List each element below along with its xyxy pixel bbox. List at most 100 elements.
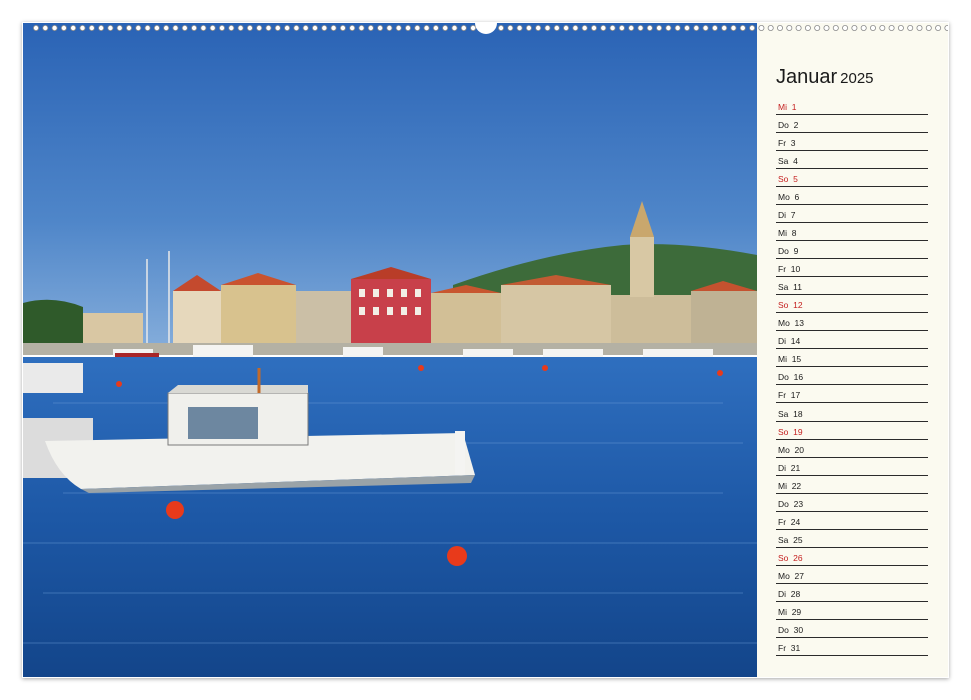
day-label: Mi 1 [778,102,797,112]
binding-hole [860,25,867,31]
day-label: Fr 3 [778,138,796,149]
day-row: Do 30 [776,620,928,638]
binding-hole [228,25,235,31]
day-row: So 12 [776,295,928,314]
day-row: Di 14 [776,331,928,350]
binding-hole [711,25,718,31]
day-label: Do 23 [778,498,804,509]
binding-hole [88,25,95,31]
day-row: Mo 27 [776,566,928,584]
binding-hole [693,25,700,31]
binding-hole [916,25,923,31]
binding-hole [98,25,105,31]
day-label: Mo 6 [778,192,800,203]
day-label: So 26 [778,552,803,563]
binding-hole [879,25,886,31]
binding-hole [116,25,123,31]
binding-hole [144,25,151,31]
day-row: Mo 20 [776,440,928,458]
binding-hole [395,25,402,31]
binding-hole [767,25,774,31]
binding-hole [321,25,328,31]
day-label: Fr 24 [778,516,801,527]
binding-hole [804,25,811,31]
day-row: Fr 3 [776,133,928,152]
binding-hole [935,25,942,31]
binding-hole [200,25,207,31]
day-label: Sa 25 [778,534,803,545]
binding-hole [870,25,877,31]
binding-hole [339,25,346,31]
day-row: Di 7 [776,205,928,224]
binding-hole [925,25,932,31]
binding-hole [284,25,291,31]
binding-hole [665,25,672,31]
binding-hole [842,25,849,31]
binding-hole [814,25,821,31]
day-label: Mo 20 [778,444,804,455]
binding-hole [553,25,560,31]
binding-hole [944,25,948,31]
binding-hole [153,25,160,31]
binding-hole [897,25,904,31]
binding-hole [311,25,318,31]
day-label: So 5 [778,174,798,185]
binding-hole [684,25,691,31]
binding-hole [181,25,188,31]
binding-hole [609,25,616,31]
binding-hole [330,25,337,31]
binding-hole [525,25,532,31]
binding-hole [563,25,570,31]
binding-hole [535,25,542,31]
day-row: Do 23 [776,494,928,512]
day-label: Mi 29 [778,606,802,617]
binding-hole [349,25,356,31]
binding-hole [544,25,551,31]
day-row: Fr 10 [776,259,928,278]
day-row: Di 28 [776,584,928,602]
binding-hole [423,25,430,31]
day-row: Sa 11 [776,277,928,296]
binding-hole [51,25,58,31]
binding-hole [414,25,421,31]
day-row: Mo 6 [776,187,928,206]
day-row: Mi 8 [776,223,928,242]
day-label: Fr 17 [778,390,801,401]
binding-hole [218,25,225,31]
binding-hole [888,25,895,31]
month-name: Januar [776,66,838,88]
day-label: Mo 27 [778,570,804,581]
day-row: Mi 22 [776,476,928,494]
binding-hole [591,25,598,31]
day-row: Mi 29 [776,602,928,620]
year: 2025 [840,70,874,87]
spiral-binding [23,23,948,37]
binding-hole [786,25,793,31]
binding-hole [172,25,179,31]
binding-hole [367,25,374,31]
binding-hole [832,25,839,31]
binding-hole [451,25,458,31]
binding-hole [758,25,765,31]
day-label: Sa 4 [778,156,798,167]
day-row: Do 16 [776,367,928,386]
day-label: Sa 11 [778,282,802,293]
binding-hole [470,25,477,31]
day-row: Fr 17 [776,385,928,404]
binding-hole [721,25,728,31]
day-row: Mi 15 [776,349,928,368]
day-label: Do 9 [778,246,799,257]
binding-hole [60,25,67,31]
binding-hole [637,25,644,31]
day-row: So 26 [776,548,928,566]
binding-hole [377,25,384,31]
binding-hole [70,25,77,31]
day-row: Do 2 [776,115,928,134]
binding-hole [907,25,914,31]
day-row: Sa 25 [776,530,928,548]
day-label: Mi 8 [778,228,797,239]
day-row: Sa 4 [776,151,928,170]
day-label: Mi 22 [778,480,802,491]
binding-hole [302,25,309,31]
binding-hole [702,25,709,31]
